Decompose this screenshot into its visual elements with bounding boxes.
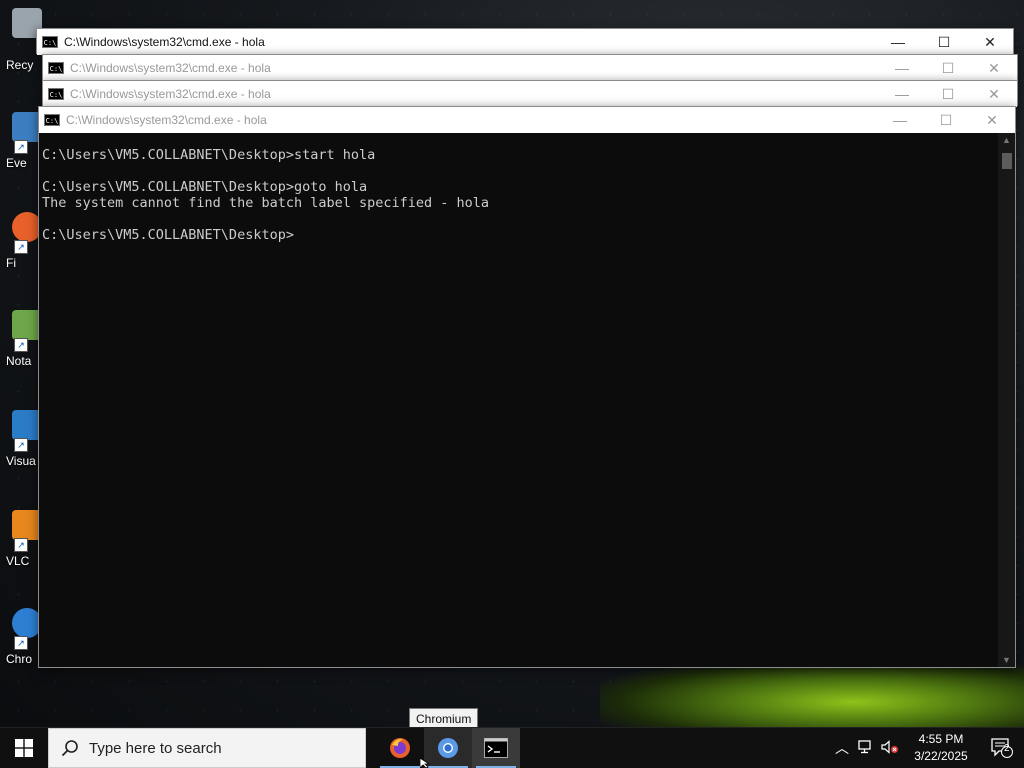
- console-output: C:\Users\VM5.COLLABNET\Desktop>start hol…: [42, 147, 490, 243]
- close-button[interactable]: ✕: [971, 81, 1017, 107]
- cmd-window-3[interactable]: C:\ C:\Windows\system32\cmd.exe - hola —…: [42, 80, 1018, 107]
- desktop-icon-visual-studio[interactable]: ↗ Visua: [0, 410, 42, 480]
- windows-logo-icon: [15, 739, 33, 757]
- scroll-down-icon[interactable]: ▼: [998, 655, 1015, 665]
- cmd-icon: C:\: [48, 62, 64, 74]
- cmd-window-1[interactable]: C:\ C:\Windows\system32\cmd.exe - hola —…: [36, 28, 1014, 55]
- scroll-up-icon[interactable]: ▲: [998, 135, 1015, 145]
- window-title: C:\Windows\system32\cmd.exe - hola: [70, 87, 271, 101]
- desktop-icon-vlc[interactable]: ↗ VLC: [0, 510, 42, 580]
- cmd-window-2[interactable]: C:\ C:\Windows\system32\cmd.exe - hola —…: [42, 54, 1018, 81]
- cmd-icon: C:\: [42, 36, 58, 48]
- cmd-window-main[interactable]: C:\ C:\Windows\system32\cmd.exe - hola —…: [38, 106, 1016, 668]
- shortcut-arrow-icon: ↗: [14, 240, 28, 254]
- shortcut-arrow-icon: ↗: [14, 438, 28, 452]
- cmd-icon: C:\: [44, 114, 60, 126]
- minimize-button[interactable]: —: [879, 81, 925, 107]
- shortcut-arrow-icon: ↗: [14, 538, 28, 552]
- taskbar: Type here to search ︿ 4:55 PM 3/22/2025 …: [0, 727, 1024, 768]
- wallpaper-highlight: [600, 660, 1024, 730]
- desktop-icon-eve[interactable]: ↗ Eve: [0, 112, 42, 182]
- clock-time: 4:55 PM: [918, 732, 964, 746]
- desktop-icon-label: Chro: [6, 652, 33, 666]
- notification-count: 2: [1004, 743, 1010, 754]
- desktop-icon-label: VLC: [6, 554, 30, 568]
- chromium-icon: [438, 738, 458, 758]
- taskbar-firefox[interactable]: [376, 728, 424, 768]
- volume-muted-icon[interactable]: [878, 739, 902, 757]
- close-button[interactable]: ✕: [969, 107, 1015, 133]
- cmd-icon: C:\: [48, 88, 64, 100]
- minimize-button[interactable]: —: [879, 55, 925, 81]
- desktop-icon-chromium[interactable]: ↗ Chro: [0, 608, 42, 678]
- desktop-icon-firefox[interactable]: ↗ Fi: [0, 212, 42, 282]
- window-title: C:\Windows\system32\cmd.exe - hola: [64, 35, 265, 49]
- search-placeholder: Type here to search: [89, 739, 222, 757]
- taskbar-search-box[interactable]: Type here to search: [48, 728, 366, 768]
- desktop-icon-label: Nota: [6, 354, 32, 368]
- close-button[interactable]: ✕: [967, 29, 1013, 55]
- desktop-icon-recycle-bin[interactable]: Recy: [0, 8, 42, 78]
- scrollbar-thumb[interactable]: [1002, 153, 1012, 169]
- cmd-icon: [484, 738, 508, 758]
- vertical-scrollbar[interactable]: ▲ ▼: [998, 133, 1015, 667]
- desktop-icon-notepad[interactable]: ↗ Nota: [0, 310, 42, 380]
- shortcut-arrow-icon: ↗: [14, 140, 28, 154]
- desktop-icon-label: Recy: [6, 58, 34, 72]
- minimize-button[interactable]: —: [875, 29, 921, 55]
- close-button[interactable]: ✕: [971, 55, 1017, 81]
- shortcut-arrow-icon: ↗: [14, 636, 28, 650]
- maximize-button[interactable]: ☐: [925, 81, 971, 107]
- clock-date: 3/22/2025: [914, 749, 968, 763]
- title-bar[interactable]: C:\ C:\Windows\system32\cmd.exe - hola —…: [43, 55, 1017, 81]
- maximize-button[interactable]: ☐: [923, 107, 969, 133]
- title-bar[interactable]: C:\ C:\Windows\system32\cmd.exe - hola —…: [37, 29, 1013, 55]
- desktop-icon-label: Fi: [6, 256, 16, 270]
- clock[interactable]: 4:55 PM 3/22/2025: [902, 731, 980, 765]
- maximize-button[interactable]: ☐: [925, 55, 971, 81]
- system-tray: ︿ 4:55 PM 3/22/2025 2: [830, 728, 1024, 768]
- mouse-cursor-icon: [420, 758, 431, 768]
- desktop-icon-label: Visua: [6, 454, 36, 468]
- desktop-icon-label: Eve: [6, 156, 27, 170]
- maximize-button[interactable]: ☐: [921, 29, 967, 55]
- title-bar[interactable]: C:\ C:\Windows\system32\cmd.exe - hola —…: [43, 81, 1017, 107]
- network-icon[interactable]: [854, 739, 878, 757]
- action-center-button[interactable]: 2: [980, 728, 1024, 768]
- firefox-icon: [390, 738, 410, 758]
- taskbar-cmd[interactable]: [472, 728, 520, 768]
- search-icon: [61, 740, 78, 757]
- shortcut-arrow-icon: ↗: [14, 338, 28, 352]
- window-title: C:\Windows\system32\cmd.exe - hola: [66, 113, 267, 127]
- window-title: C:\Windows\system32\cmd.exe - hola: [70, 61, 271, 75]
- console-area[interactable]: C:\Users\VM5.COLLABNET\Desktop>start hol…: [39, 133, 1015, 667]
- title-bar[interactable]: C:\ C:\Windows\system32\cmd.exe - hola —…: [39, 107, 1015, 133]
- minimize-button[interactable]: —: [877, 107, 923, 133]
- chevron-up-icon[interactable]: ︿: [830, 738, 854, 758]
- start-button[interactable]: [0, 728, 48, 768]
